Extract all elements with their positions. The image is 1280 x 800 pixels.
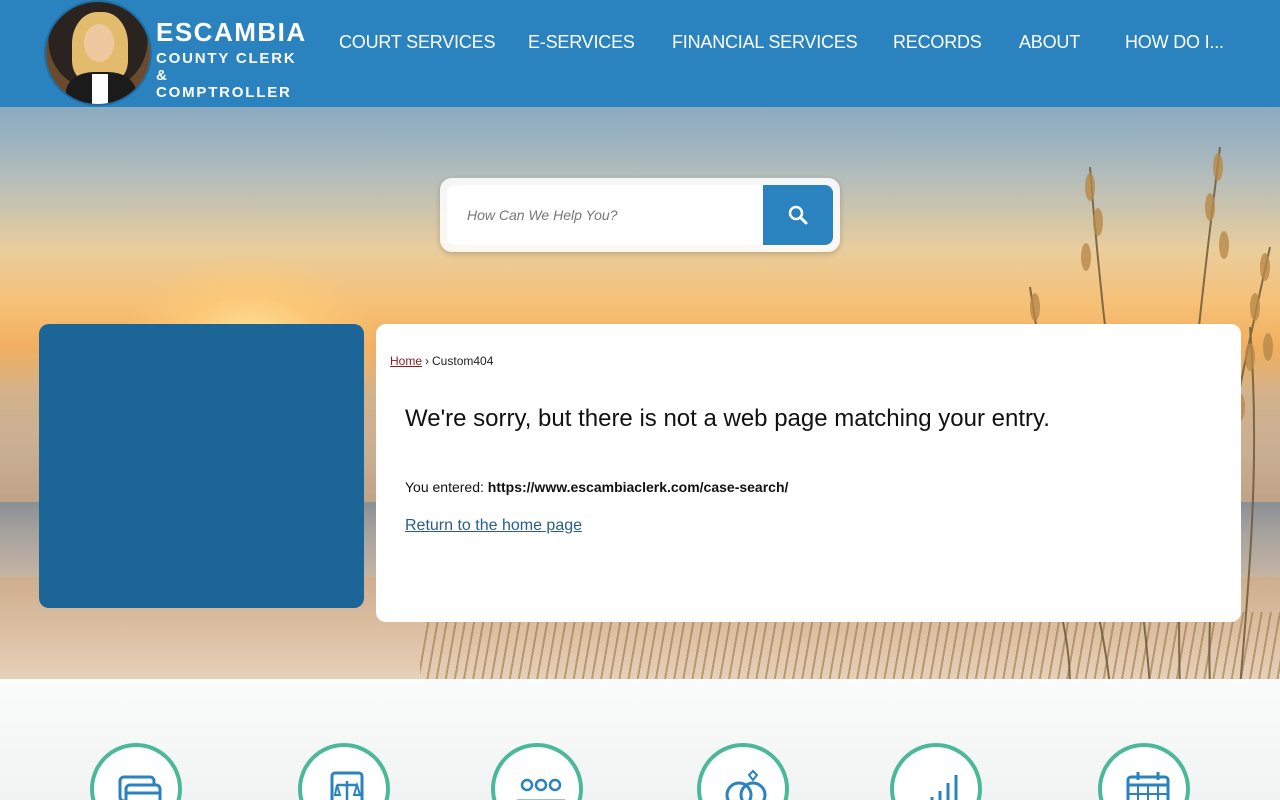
- quick-link-court[interactable]: [298, 743, 390, 800]
- quick-link-jury[interactable]: [491, 743, 583, 800]
- wedding-rings-icon: [725, 769, 767, 800]
- logo-title: ESCAMBIA: [156, 17, 307, 47]
- search-input[interactable]: [447, 185, 765, 245]
- breadcrumb: Home › Custom404: [390, 354, 493, 368]
- nav-about[interactable]: ABOUT: [1019, 32, 1080, 53]
- logo-subtitle-line2: & COMPTROLLER: [156, 67, 292, 101]
- return-home-link[interactable]: Return to the home page: [405, 517, 582, 535]
- breadcrumb-separator: ›: [425, 354, 430, 368]
- entered-url-line: You entered: https://www.escambiaclerk.c…: [405, 479, 788, 495]
- nav-financial-services[interactable]: FINANCIAL SERVICES: [672, 32, 858, 53]
- site-logo[interactable]: ESCAMBIA COUNTY CLERK & COMPTROLLER: [44, 0, 306, 107]
- nav-how-do-i[interactable]: HOW DO I...: [1125, 32, 1224, 53]
- quick-link-reports[interactable]: [890, 743, 982, 800]
- calendar-icon: [1126, 772, 1170, 800]
- nav-records[interactable]: RECORDS: [893, 32, 982, 53]
- quick-link-calendar[interactable]: [1098, 743, 1190, 800]
- entered-label: You entered:: [405, 479, 484, 495]
- content-panel: Home › Custom404 We're sorry, but there is…: [376, 324, 1241, 622]
- nav-court-services[interactable]: COURT SERVICES: [339, 32, 495, 53]
- legal-scales-icon: [330, 771, 364, 800]
- entered-url: https://www.escambiaclerk.com/case-searc…: [487, 479, 789, 495]
- quick-link-payments[interactable]: [90, 743, 182, 800]
- breadcrumb-home-link[interactable]: Home: [390, 354, 422, 368]
- clerk-portrait: [44, 0, 152, 106]
- side-panel: [39, 324, 364, 608]
- bar-chart-icon: [930, 775, 958, 800]
- nav-e-services[interactable]: E-SERVICES: [528, 32, 635, 53]
- search-icon: [788, 205, 808, 225]
- logo-subtitle-line1: COUNTY CLERK: [156, 50, 297, 67]
- people-meeting-icon: [517, 778, 565, 800]
- site-header: ESCAMBIA COUNTY CLERK & COMPTROLLER COUR…: [0, 0, 1280, 107]
- payment-cards-icon: [118, 775, 162, 800]
- quick-links-band: [0, 679, 1280, 800]
- search-box: [440, 178, 840, 252]
- search-button[interactable]: [763, 185, 833, 245]
- quick-link-marriage[interactable]: [697, 743, 789, 800]
- breadcrumb-current: Custom404: [432, 354, 494, 368]
- error-heading: We're sorry, but there is not a web page…: [405, 405, 1050, 432]
